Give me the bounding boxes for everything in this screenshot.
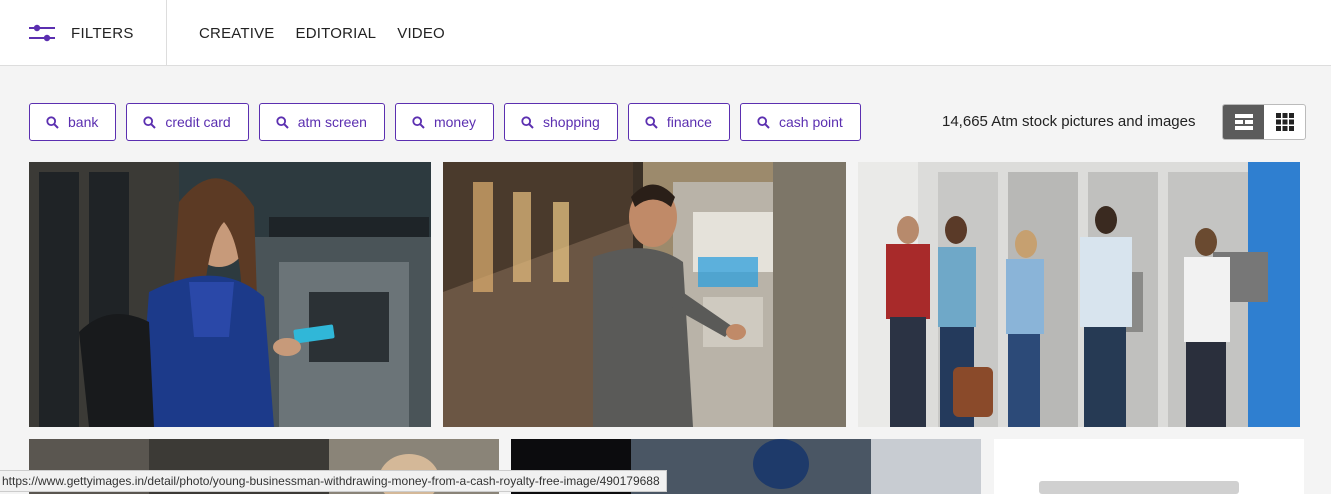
related-search-chips: bank credit card atm screen money shoppi… [29,103,861,141]
result-image[interactable] [994,439,1304,494]
filters-label: FILTERS [71,24,134,42]
chip-label: atm screen [297,114,367,130]
search-icon [46,115,59,129]
search-icon [645,115,658,129]
grid-view-icon [1275,113,1294,131]
chip-credit-card[interactable]: credit card [126,103,249,141]
search-icon [143,115,157,129]
chip-money[interactable]: money [394,103,494,141]
chip-atm-screen[interactable]: atm screen [258,103,385,141]
photo-woman-atm-card [29,162,431,427]
grid-view-button[interactable] [1264,105,1305,139]
search-icon [276,115,289,129]
status-bar-url: https://www.gettyimages.in/detail/photo/… [0,470,667,492]
chip-bank[interactable]: bank [29,103,117,141]
sliders-icon [29,24,55,42]
chip-label: shopping [543,114,600,130]
result-count: 14,665 Atm stock pictures and images [942,113,1196,130]
mosaic-view-icon [1234,114,1253,130]
result-image[interactable] [858,162,1300,427]
chip-label: bank [68,114,99,130]
chip-shopping[interactable]: shopping [504,103,618,141]
filters-button[interactable]: FILTERS [0,0,167,66]
search-icon [757,115,770,129]
content-type-tabs: CREATIVE EDITORIAL VIDEO [199,0,445,66]
tab-editorial[interactable]: EDITORIAL [296,25,377,42]
chip-label: money [433,114,476,130]
result-image[interactable] [443,162,846,427]
photo-partial-3 [994,439,1304,494]
mosaic-view-button[interactable] [1223,105,1264,139]
top-filter-bar: FILTERS CREATIVE EDITORIAL VIDEO [0,0,1331,66]
search-icon [412,115,425,129]
chip-cash-point[interactable]: cash point [739,103,861,141]
chip-finance[interactable]: finance [627,103,730,141]
tab-video[interactable]: VIDEO [397,25,445,42]
photo-people-queue-atms [858,162,1300,427]
view-mode-toggle [1222,104,1306,140]
search-icon [521,115,534,129]
tab-creative[interactable]: CREATIVE [199,25,275,42]
chip-label: finance [666,114,712,130]
photo-man-atm-withdraw [443,162,846,427]
result-image[interactable] [29,162,431,427]
chip-label: cash point [778,114,843,130]
chip-label: credit card [165,114,231,130]
